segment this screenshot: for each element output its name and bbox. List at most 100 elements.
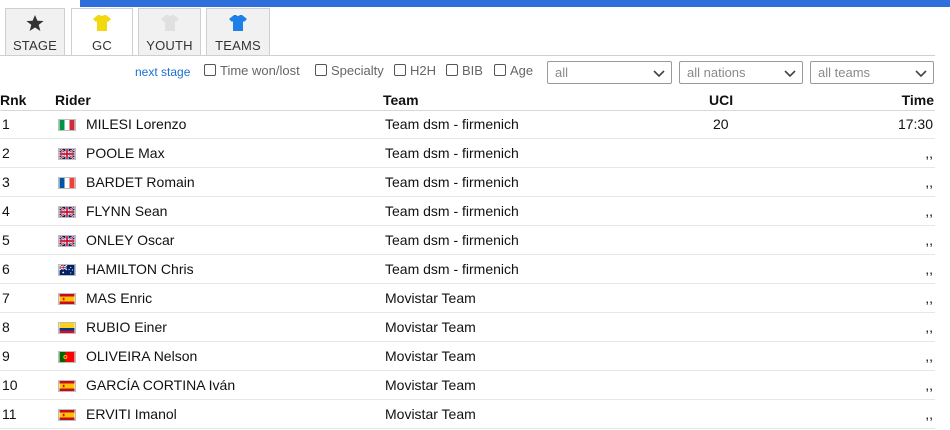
team-link[interactable]: Movistar Team	[385, 406, 476, 422]
co-flag-icon	[58, 322, 76, 334]
gb-flag-icon	[58, 206, 76, 218]
rider-link[interactable]: OLIVEIRA Nelson	[86, 348, 197, 364]
table-row: 10 GARCÍA CORTINA Iván Movistar Team,,	[0, 371, 935, 400]
nations-select[interactable]: all nations	[679, 61, 803, 84]
results-table-header: Rnk Rider Team UCI Time	[0, 91, 935, 111]
tab-stage-label: STAGE	[12, 38, 58, 53]
rider-link[interactable]: GARCÍA CORTINA Iván	[86, 377, 235, 393]
rank-cell: 8	[2, 319, 10, 335]
checkbox-box[interactable]	[494, 63, 506, 76]
header-rider: Rider	[55, 92, 91, 108]
team-link[interactable]: Movistar Team	[385, 377, 476, 393]
table-row: 3 BARDET Romain Team dsm - firmenich,,	[0, 168, 935, 197]
rank-cell: 1	[2, 116, 10, 132]
time-cell: ,,	[925, 348, 933, 364]
es-flag-icon	[58, 293, 76, 305]
table-row: 9 OLIVEIRA Nelson Movistar Team,,	[0, 342, 935, 371]
table-row: 8 RUBIO Einer Movistar Team,,	[0, 313, 935, 342]
time-won-lost-checkbox[interactable]: Time won/lost	[204, 63, 300, 78]
classification-tabs: STAGE GC YOUTH TEAMS	[0, 8, 950, 56]
table-row: 6 HAMILTON Chris Team dsm - firmenich,,	[0, 255, 935, 284]
white-jersey-icon	[160, 14, 180, 32]
table-row: 4 FLYNN Sean Team dsm - firmenich,,	[0, 197, 935, 226]
rider-link[interactable]: FLYNN Sean	[86, 203, 167, 219]
rider-link[interactable]: POOLE Max	[86, 145, 165, 161]
checkbox-box[interactable]	[394, 63, 406, 76]
category-select[interactable]: all	[547, 61, 672, 84]
it-flag-icon	[58, 119, 76, 131]
rank-cell: 4	[2, 203, 10, 219]
time-cell: ,,	[925, 145, 933, 161]
category-select-value: all	[555, 65, 569, 80]
rank-cell: 6	[2, 261, 10, 277]
table-row: 2 POOLE Max Team dsm - firmenich,,	[0, 139, 935, 168]
tab-gc[interactable]: GC	[71, 8, 133, 56]
rider-link[interactable]: ONLEY Oscar	[86, 232, 174, 248]
tab-youth-label: YOUTH	[146, 38, 193, 53]
checkbox-label: Specialty	[331, 63, 384, 78]
next-stage-link[interactable]: next stage	[135, 65, 190, 79]
team-link[interactable]: Team dsm - firmenich	[385, 232, 519, 248]
header-uci: UCI	[709, 92, 734, 108]
tab-youth[interactable]: YOUTH	[138, 8, 201, 55]
chevron-down-icon	[653, 67, 665, 79]
pt-flag-icon	[58, 351, 76, 363]
es-flag-icon	[58, 380, 76, 392]
team-link[interactable]: Team dsm - firmenich	[385, 261, 519, 277]
uci-points-cell: 20	[713, 116, 729, 132]
rank-cell: 11	[2, 406, 17, 422]
rider-link[interactable]: MAS Enric	[86, 290, 152, 306]
team-link[interactable]: Movistar Team	[385, 348, 476, 364]
rank-cell: 10	[2, 377, 18, 393]
team-link[interactable]: Team dsm - firmenich	[385, 145, 519, 161]
time-cell: ,,	[925, 377, 933, 393]
time-cell: 17:30	[897, 116, 933, 132]
rider-link[interactable]: ERVITI Imanol	[86, 406, 177, 422]
blue-jersey-icon	[228, 14, 248, 32]
chevron-down-icon	[784, 67, 796, 79]
team-link[interactable]: Team dsm - firmenich	[385, 203, 519, 219]
tab-teams[interactable]: TEAMS	[206, 8, 270, 55]
yellow-jersey-icon	[92, 14, 112, 32]
rider-link[interactable]: RUBIO Einer	[86, 319, 167, 335]
checkbox-box[interactable]	[315, 63, 327, 76]
teams-select-value: all teams	[818, 65, 871, 80]
bib-checkbox[interactable]: BIB	[446, 63, 483, 78]
table-row: 11 ERVITI Imanol Movistar Team,,	[0, 400, 935, 429]
rank-cell: 3	[2, 174, 10, 190]
team-link[interactable]: Team dsm - firmenich	[385, 116, 519, 132]
team-link[interactable]: Movistar Team	[385, 290, 476, 306]
h2h-checkbox[interactable]: H2H	[394, 63, 436, 78]
filter-bar: next stage Time won/lost Specialty H2H B…	[0, 60, 950, 88]
gb-flag-icon	[58, 235, 76, 247]
team-link[interactable]: Movistar Team	[385, 319, 476, 335]
header-rnk: Rnk	[0, 92, 27, 108]
chevron-down-icon	[915, 67, 927, 79]
age-checkbox[interactable]: Age	[494, 63, 533, 78]
table-row: 1 MILESI Lorenzo Team dsm - firmenich 20 17:…	[0, 110, 935, 139]
time-cell: ,,	[925, 232, 933, 248]
top-accent-bar	[80, 0, 950, 7]
time-cell: ,,	[925, 261, 933, 277]
table-row: 5 ONLEY Oscar Team dsm - firmenich,,	[0, 226, 935, 255]
tab-gc-label: GC	[92, 38, 112, 53]
rider-link[interactable]: HAMILTON Chris	[86, 261, 194, 277]
tab-teams-label: TEAMS	[215, 38, 261, 53]
team-link[interactable]: Team dsm - firmenich	[385, 174, 519, 190]
gb-flag-icon	[58, 148, 76, 160]
specialty-checkbox[interactable]: Specialty	[315, 63, 384, 78]
teams-select[interactable]: all teams	[810, 61, 934, 84]
rider-link[interactable]: MILESI Lorenzo	[86, 116, 186, 132]
rank-cell: 2	[2, 145, 10, 161]
au-flag-icon	[58, 264, 76, 276]
rider-link[interactable]: BARDET Romain	[86, 174, 195, 190]
rank-cell: 7	[2, 290, 10, 306]
time-cell: ,,	[925, 203, 933, 219]
checkbox-label: Time won/lost	[220, 63, 300, 78]
tab-stage[interactable]: STAGE	[5, 8, 65, 55]
checkbox-label: BIB	[462, 63, 483, 78]
checkbox-box[interactable]	[446, 63, 458, 76]
rank-cell: 5	[2, 232, 10, 248]
es-flag-icon	[58, 409, 76, 421]
checkbox-box[interactable]	[204, 63, 216, 76]
